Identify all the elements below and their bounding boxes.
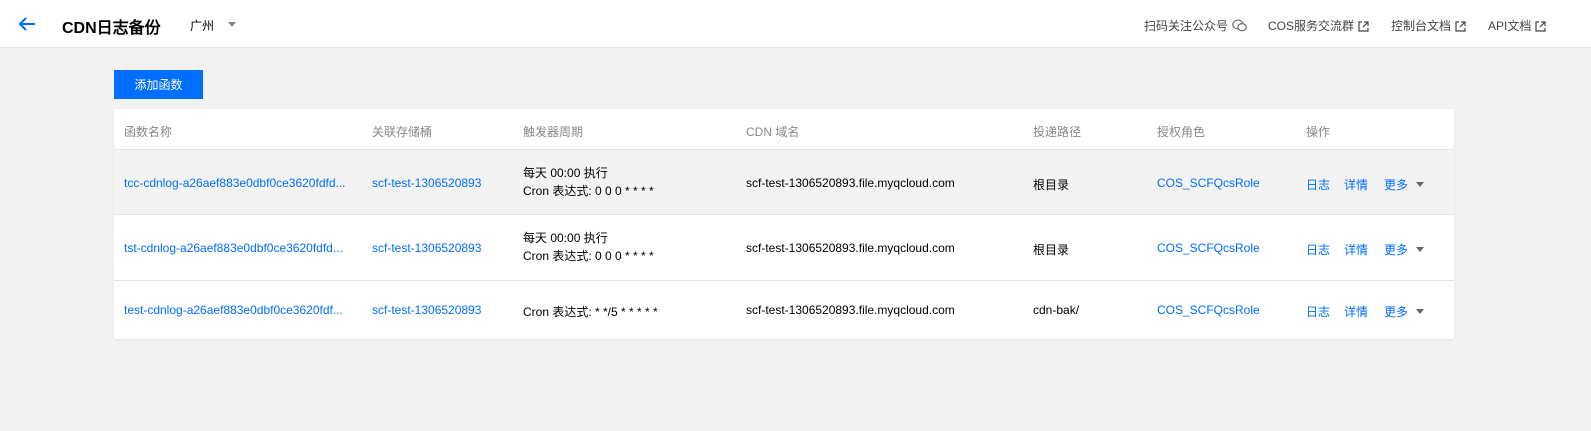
detail-action[interactable]: 详情 — [1344, 241, 1368, 258]
external-link-icon — [1358, 21, 1369, 32]
column-header-domain: CDN 域名 — [746, 125, 800, 139]
more-label: 更多 — [1384, 178, 1409, 192]
table-row: test-cdnlog-a26aef883e0dbf0ce3620fdf... … — [114, 281, 1454, 339]
bucket-link[interactable]: scf-test-1306520893 — [372, 176, 481, 190]
column-header-trigger: 触发器周期 — [523, 125, 584, 139]
trigger-cron: Cron 表达式: * */5 * * * * * — [523, 305, 658, 319]
trigger-cron: Cron 表达式: 0 0 0 * * * * — [523, 184, 654, 198]
function-name-link[interactable]: tcc-cdnlog-a26aef883e0dbf0ce3620fdfd... — [124, 176, 346, 190]
column-header-name: 函数名称 — [124, 125, 173, 139]
column-header-role: 授权角色 — [1157, 125, 1206, 139]
bucket-link[interactable]: scf-test-1306520893 — [372, 241, 481, 255]
trigger-cell: 每天 00:00 执行 Cron 表达式: 0 0 0 * * * * — [523, 229, 654, 265]
delivery-path: cdn-bak/ — [1033, 303, 1080, 317]
delivery-path: 根目录 — [1033, 243, 1070, 257]
detail-action[interactable]: 详情 — [1344, 303, 1368, 320]
api-doc-label: API文档 — [1488, 19, 1532, 33]
trigger-schedule: 每天 00:00 执行 — [523, 166, 608, 180]
log-action[interactable]: 日志 — [1306, 176, 1330, 193]
page-title: CDN日志备份 — [62, 20, 161, 37]
back-arrow-icon[interactable] — [16, 13, 38, 35]
caret-down-icon — [1416, 247, 1425, 252]
log-action[interactable]: 日志 — [1306, 241, 1330, 258]
role-link[interactable]: COS_SCFQcsRole — [1157, 176, 1260, 190]
functions-table: 函数名称 关联存储桶 触发器周期 CDN 域名 投递路径 授权角色 操作 tcc… — [114, 109, 1454, 339]
table-row: tcc-cdnlog-a26aef883e0dbf0ce3620fdfd... … — [114, 150, 1454, 215]
more-action[interactable]: 更多 — [1384, 303, 1425, 320]
console-doc-label: 控制台文档 — [1391, 19, 1452, 33]
region-label: 广州 — [190, 19, 215, 33]
table-row: tst-cdnlog-a26aef883e0dbf0ce3620fdfd... … — [114, 215, 1454, 281]
api-doc-link[interactable]: API文档 — [1488, 17, 1546, 34]
caret-down-icon — [1416, 182, 1425, 187]
console-doc-link[interactable]: 控制台文档 — [1391, 17, 1466, 34]
external-link-icon — [1535, 21, 1546, 32]
column-header-bucket: 关联存储桶 — [372, 125, 433, 139]
trigger-schedule: 每天 00:00 执行 — [523, 231, 608, 245]
trigger-cell: 每天 00:00 执行 Cron 表达式: 0 0 0 * * * * — [523, 164, 654, 200]
cos-group-label: COS服务交流群 — [1268, 19, 1355, 33]
top-bar: CDN日志备份 广州 扫码关注公众号 COS服务交流群 控制台文档 API文档 — [0, 0, 1591, 48]
caret-down-icon — [1416, 309, 1425, 314]
cdn-domain: scf-test-1306520893.file.myqcloud.com — [746, 303, 955, 317]
wechat-follow-label: 扫码关注公众号 — [1144, 19, 1229, 33]
more-label: 更多 — [1384, 305, 1409, 319]
log-action[interactable]: 日志 — [1306, 303, 1330, 320]
cdn-domain: scf-test-1306520893.file.myqcloud.com — [746, 241, 955, 255]
region-select[interactable]: 广州 — [190, 17, 236, 34]
more-action[interactable]: 更多 — [1384, 176, 1425, 193]
caret-down-icon — [228, 22, 236, 27]
external-link-icon — [1455, 21, 1466, 32]
cos-group-link[interactable]: COS服务交流群 — [1268, 17, 1369, 34]
more-action[interactable]: 更多 — [1384, 241, 1425, 258]
column-header-path: 投递路径 — [1033, 125, 1082, 139]
role-link[interactable]: COS_SCFQcsRole — [1157, 241, 1260, 255]
table-header: 函数名称 关联存储桶 触发器周期 CDN 域名 投递路径 授权角色 操作 — [114, 109, 1454, 150]
more-label: 更多 — [1384, 243, 1409, 257]
function-name-link[interactable]: test-cdnlog-a26aef883e0dbf0ce3620fdf... — [124, 303, 343, 317]
function-name-link[interactable]: tst-cdnlog-a26aef883e0dbf0ce3620fdfd... — [124, 241, 343, 255]
column-header-actions: 操作 — [1306, 125, 1331, 139]
detail-action[interactable]: 详情 — [1344, 176, 1368, 193]
bucket-link[interactable]: scf-test-1306520893 — [372, 303, 481, 317]
add-function-button[interactable]: 添加函数 — [114, 70, 203, 99]
wechat-follow-link[interactable]: 扫码关注公众号 — [1144, 17, 1247, 34]
cdn-domain: scf-test-1306520893.file.myqcloud.com — [746, 176, 955, 190]
delivery-path: 根目录 — [1033, 178, 1070, 192]
role-link[interactable]: COS_SCFQcsRole — [1157, 303, 1260, 317]
trigger-cron: Cron 表达式: 0 0 0 * * * * — [523, 249, 654, 263]
wechat-icon — [1232, 19, 1247, 32]
